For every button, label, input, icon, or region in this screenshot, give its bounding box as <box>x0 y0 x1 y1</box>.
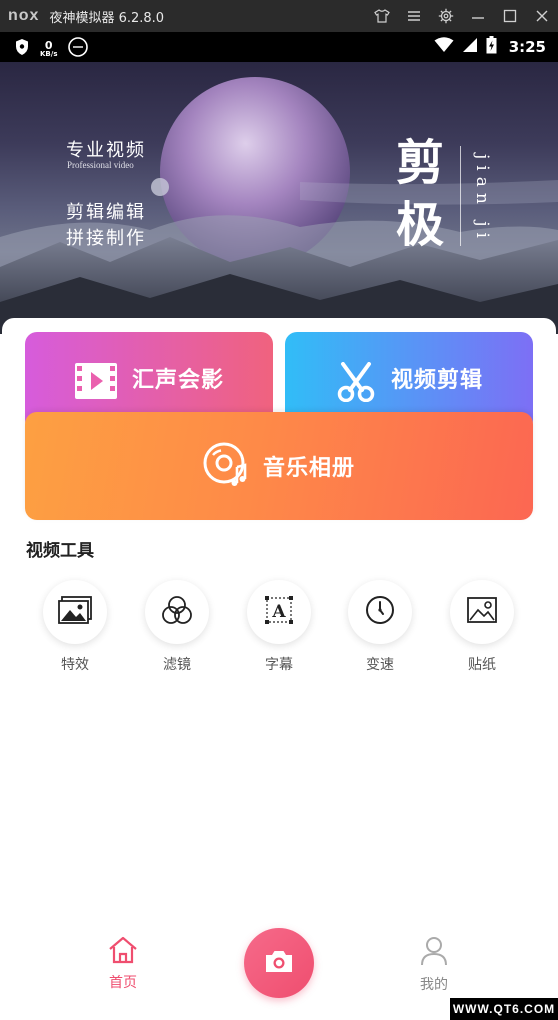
tool-speed-label: 变速 <box>366 657 394 673</box>
banner-line1: 专业视频 <box>66 140 146 161</box>
filter-circles-icon <box>160 594 194 630</box>
tab-mine[interactable]: 我的 <box>394 936 474 994</box>
tool-effects-circle <box>43 580 107 644</box>
status-bar: 0 KB/s 3:25 <box>0 32 558 62</box>
emulator-logo: nox <box>8 7 40 24</box>
home-icon <box>107 936 139 968</box>
svg-text:A: A <box>271 602 286 622</box>
camera-button[interactable] <box>244 928 314 998</box>
tool-sticker[interactable]: 贴纸 <box>442 580 522 674</box>
cell-signal-icon <box>462 37 478 57</box>
film-icon <box>74 362 118 404</box>
tab-home-label: 首页 <box>109 975 137 991</box>
banner-brand-pinyin: jian ji <box>472 154 492 244</box>
hero-banner[interactable]: 专业视频 Professional video 剪辑编辑 拼接制作 剪 极 ji… <box>0 62 558 334</box>
clock: 3:25 <box>508 38 546 56</box>
network-speed-unit: KB/s <box>40 50 58 58</box>
section-title-video-tools: 视频工具 <box>26 541 94 561</box>
scissors-icon <box>335 362 377 406</box>
card-music-album[interactable]: 音乐相册 <box>25 412 533 520</box>
banner-brand: 剪 极 <box>390 132 450 256</box>
tool-subtitle-circle: A <box>247 580 311 644</box>
tool-filter-circle <box>145 580 209 644</box>
shirt-icon[interactable] <box>366 0 398 32</box>
tool-filter[interactable]: 滤镜 <box>137 580 217 674</box>
tool-subtitle[interactable]: A 字幕 <box>239 580 319 674</box>
banner-brand-char1: 剪 <box>395 135 444 191</box>
tab-home[interactable]: 首页 <box>83 936 163 992</box>
tool-subtitle-label: 字幕 <box>265 657 293 673</box>
card-b-label: 视频剪辑 <box>390 368 483 393</box>
tool-speed-circle <box>348 580 412 644</box>
close-icon[interactable] <box>526 0 558 32</box>
tool-effects[interactable]: 特效 <box>35 580 115 674</box>
nox-circle-icon <box>67 36 89 62</box>
clock-icon <box>364 594 396 630</box>
tool-speed[interactable]: 变速 <box>340 580 420 674</box>
app-root: nox 夜神模拟器 6.2.8.0 0 KB/s 3:25 专业视频 Profe… <box>0 0 558 1020</box>
tool-sticker-circle <box>450 580 514 644</box>
music-disc-icon <box>203 441 249 491</box>
banner-line3: 拼接制作 <box>66 228 146 249</box>
image-stack-icon <box>58 596 92 628</box>
banner-line1-en: Professional video <box>67 160 134 170</box>
banner-brand-char2: 极 <box>395 197 444 253</box>
battery-icon <box>486 36 497 58</box>
emulator-title-bar: nox 夜神模拟器 6.2.8.0 <box>0 0 558 32</box>
gear-icon[interactable] <box>430 0 462 32</box>
banner-line2: 剪辑编辑 <box>66 202 146 223</box>
subtitle-a-icon: A <box>264 595 294 629</box>
tool-effects-label: 特效 <box>61 657 89 673</box>
network-speed: 0 KB/s <box>40 40 57 58</box>
emulator-title: 夜神模拟器 6.2.8.0 <box>49 10 165 26</box>
menu-icon[interactable] <box>398 0 430 32</box>
tool-sticker-label: 贴纸 <box>468 657 496 673</box>
sticker-image-icon <box>466 596 498 628</box>
maximize-icon[interactable] <box>494 0 526 32</box>
card-c-label: 音乐相册 <box>262 456 355 481</box>
wifi-icon <box>434 37 454 57</box>
tab-mine-label: 我的 <box>420 977 448 993</box>
shield-icon <box>14 38 30 60</box>
minimize-icon[interactable] <box>462 0 494 32</box>
tool-filter-label: 滤镜 <box>163 657 191 673</box>
watermark: WWW.QT6.COM <box>450 998 558 1020</box>
user-icon <box>420 936 448 970</box>
banner-divider <box>460 146 461 246</box>
card-a-label: 汇声会影 <box>131 368 224 393</box>
camera-icon <box>263 948 295 978</box>
